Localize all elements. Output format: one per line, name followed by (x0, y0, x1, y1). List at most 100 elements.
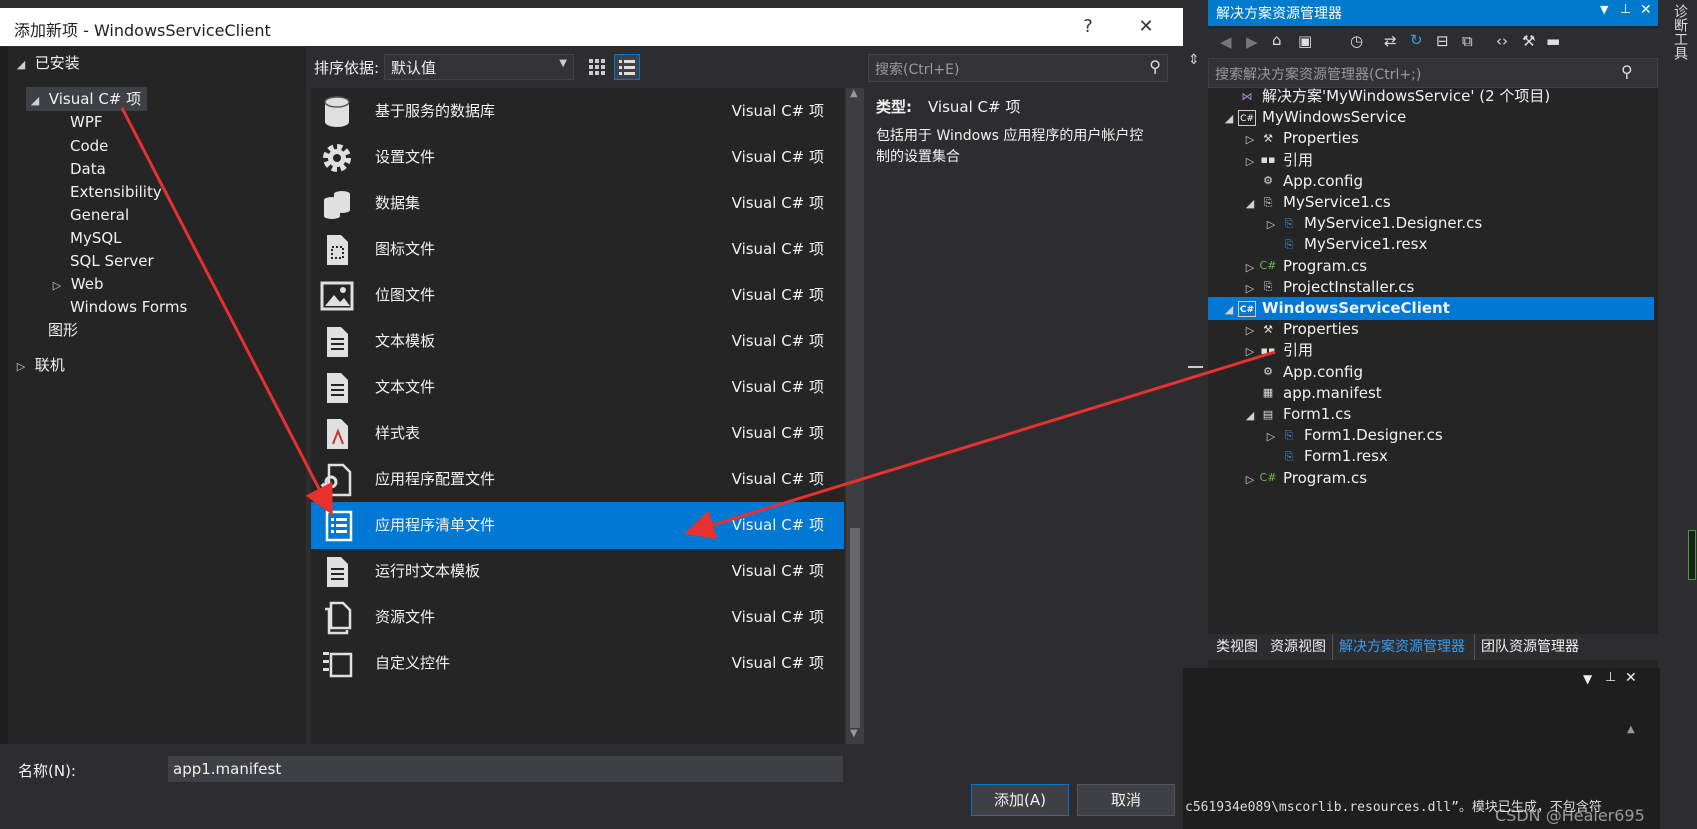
show-all-files-icon[interactable]: ⧉ (1462, 32, 1473, 50)
tree-row[interactable]: ▷ C# Program.cs (1208, 255, 1654, 278)
tree-row[interactable]: ▷ ▪▪ 引用 (1208, 339, 1654, 362)
tree-row[interactable]: ▷ ⎘ MyService1.Designer.cs (1208, 212, 1654, 235)
properties-wrench-icon[interactable]: ⚒ (1522, 32, 1535, 50)
split-icon[interactable]: ⇕ (1188, 52, 1200, 68)
scroll-up-icon[interactable]: ▲ (850, 88, 858, 99)
tree-row[interactable]: ⎘ MyService1.resx (1208, 233, 1654, 256)
expand-arrow-icon[interactable]: ◢ (26, 89, 44, 113)
list-item[interactable]: 数据集 Visual C# 项 (311, 180, 844, 227)
solution-search-input[interactable]: 搜索解决方案资源管理器(Ctrl+;) (1215, 64, 1421, 84)
small-icons-view-button[interactable] (584, 54, 610, 80)
view-code-icon[interactable]: ‹› (1496, 32, 1508, 50)
tree-node-graphics[interactable]: 图形 (48, 318, 78, 342)
tree-row[interactable]: ▷ ⎘ ProjectInstaller.cs (1208, 276, 1654, 299)
tree-row[interactable]: ⚙ App.config (1208, 170, 1654, 193)
tree-row[interactable]: ▷ ▪▪ 引用 (1208, 149, 1654, 172)
list-item[interactable]: 图标文件 Visual C# 项 (311, 226, 844, 273)
sort-bar: 排序依据: 默认值 ▼ (306, 50, 866, 84)
tree-node-mysql[interactable]: MySQL (70, 226, 122, 250)
diagnostic-tools-tab[interactable]: 诊断工具 (1670, 4, 1690, 60)
name-input[interactable] (168, 756, 843, 782)
scroll-down-icon[interactable]: ▼ (850, 728, 858, 739)
expand-arrow-icon[interactable]: ▷ (12, 355, 30, 379)
close-button[interactable]: ✕ (1120, 8, 1172, 46)
template-search-box[interactable]: 搜索(Ctrl+E) ⚲ (868, 54, 1168, 82)
search-icon[interactable]: ⚲ (1149, 57, 1161, 76)
refresh-icon[interactable]: ↻ (1410, 31, 1423, 49)
pin-icon[interactable]: ⊥ (1620, 2, 1631, 17)
add-button[interactable]: 添加(A) (971, 784, 1069, 816)
tree-row[interactable]: ▦ app.manifest (1208, 382, 1654, 405)
tree-node-extensibility[interactable]: Extensibility (70, 180, 162, 204)
tree-row[interactable]: ▷ ⚒ Properties (1208, 318, 1654, 341)
editor-scroll-strip: ⇕ (1183, 0, 1208, 668)
dropdown-icon[interactable]: ▼ (1583, 672, 1592, 686)
tab-solution-explorer[interactable]: 解决方案资源管理器 (1332, 634, 1465, 660)
expand-arrow-icon[interactable]: ▷ (1241, 468, 1259, 491)
home-icon[interactable]: ⌂ (1272, 31, 1282, 49)
tree-row-selected[interactable]: ◢ C# WindowsServiceClient (1208, 297, 1654, 320)
scroll-up-icon[interactable]: ▲ (1627, 724, 1635, 735)
back-icon[interactable]: ◀ (1220, 33, 1232, 51)
tree-node-sql-server[interactable]: SQL Server (70, 249, 154, 273)
tree-row[interactable]: ◢ C# MyWindowsService (1208, 106, 1654, 129)
item-type: Visual C# 项 (731, 240, 824, 258)
tree-row[interactable]: ⋈ 解决方案'MyWindowsService' (2 个项目) (1208, 85, 1654, 108)
tree-node-wpf[interactable]: WPF (70, 110, 103, 134)
preview-icon[interactable]: ▬ (1546, 32, 1560, 50)
list-view-button[interactable] (614, 54, 640, 80)
item-type: Visual C# 项 (731, 424, 824, 442)
grid-view-icon (589, 59, 605, 75)
tree-row[interactable]: ◢ ⎘ MyService1.cs (1208, 191, 1654, 214)
dropdown-icon[interactable]: ▼ (1600, 3, 1608, 16)
history-icon[interactable]: ◷ (1350, 32, 1363, 50)
database-icon (324, 96, 350, 127)
list-item[interactable]: 位图文件 Visual C# 项 (311, 272, 844, 319)
forward-icon[interactable]: ▶ (1246, 33, 1258, 51)
tree-node-code[interactable]: Code (70, 134, 108, 158)
tree-node-online[interactable]: ▷ 联机 (12, 353, 65, 377)
list-item[interactable]: 样式表 Visual C# 项 (311, 410, 844, 457)
list-scrollbar[interactable]: ▲ ▼ (846, 88, 864, 744)
close-icon[interactable]: ✕ (1640, 2, 1652, 18)
tree-row[interactable]: ⚙ App.config (1208, 361, 1654, 384)
tree-row[interactable]: ◢ ▤ Form1.cs (1208, 403, 1654, 426)
tree-row[interactable]: ▷ C# Program.cs (1208, 467, 1654, 490)
list-item[interactable]: 文本模板 Visual C# 项 (311, 318, 844, 365)
collapse-all-icon[interactable]: ⊟ (1436, 32, 1449, 50)
pin-icon[interactable]: ⊥ (1605, 670, 1616, 685)
scroll-thumb[interactable] (850, 528, 860, 728)
list-item-selected[interactable]: 应用程序清单文件 Visual C# 项 (311, 502, 844, 549)
scroll-thumb[interactable] (1688, 530, 1696, 580)
close-icon[interactable]: ✕ (1625, 670, 1637, 686)
list-item[interactable]: 资源文件 Visual C# 项 (311, 594, 844, 641)
search-icon[interactable]: ⚲ (1621, 62, 1633, 81)
cancel-button[interactable]: 取消 (1077, 784, 1175, 816)
tree-row[interactable]: ▷ ⚒ Properties (1208, 127, 1654, 150)
list-item[interactable]: 运行时文本模板 Visual C# 项 (311, 548, 844, 595)
tree-node-installed[interactable]: ◢ 已安装 (12, 51, 80, 75)
list-item[interactable]: 应用程序配置文件 Visual C# 项 (311, 456, 844, 503)
expand-arrow-icon[interactable]: ◢ (12, 53, 30, 77)
list-item[interactable]: 基于服务的数据库 Visual C# 项 (311, 88, 844, 135)
sort-dropdown[interactable]: 默认值 ▼ (384, 54, 574, 80)
switch-views-icon[interactable]: ▣ (1298, 32, 1312, 50)
tab-class-view[interactable]: 类视图 (1216, 634, 1258, 660)
tree-node-visual-csharp[interactable]: ◢ Visual C# 项 (26, 87, 148, 113)
list-item[interactable]: 设置文件 Visual C# 项 (311, 134, 844, 181)
tab-resource-view[interactable]: 资源视图 (1270, 634, 1326, 660)
tree-node-web[interactable]: ▷ Web (48, 272, 104, 298)
tree-row[interactable]: ▷ ⎘ Form1.Designer.cs (1208, 424, 1654, 447)
sync-icon[interactable]: ⇄ (1384, 32, 1397, 50)
list-item[interactable]: 文本文件 Visual C# 项 (311, 364, 844, 411)
tab-team-explorer[interactable]: 团队资源管理器 (1474, 634, 1579, 660)
expand-arrow-icon[interactable]: ▷ (48, 274, 66, 298)
tree-row[interactable]: ⎘ Form1.resx (1208, 445, 1654, 468)
help-button[interactable]: ? (1062, 8, 1114, 46)
tree-node-windows-forms[interactable]: Windows Forms (70, 295, 187, 319)
tree-node-data[interactable]: Data (70, 157, 106, 181)
search-input[interactable]: 搜索(Ctrl+E) (875, 59, 959, 79)
tree-node-general[interactable]: General (70, 203, 129, 227)
list-item[interactable]: 自定义控件 Visual C# 项 (311, 640, 844, 687)
solution-search-box[interactable]: 搜索解决方案资源管理器(Ctrl+;) ⚲ (1208, 58, 1658, 88)
